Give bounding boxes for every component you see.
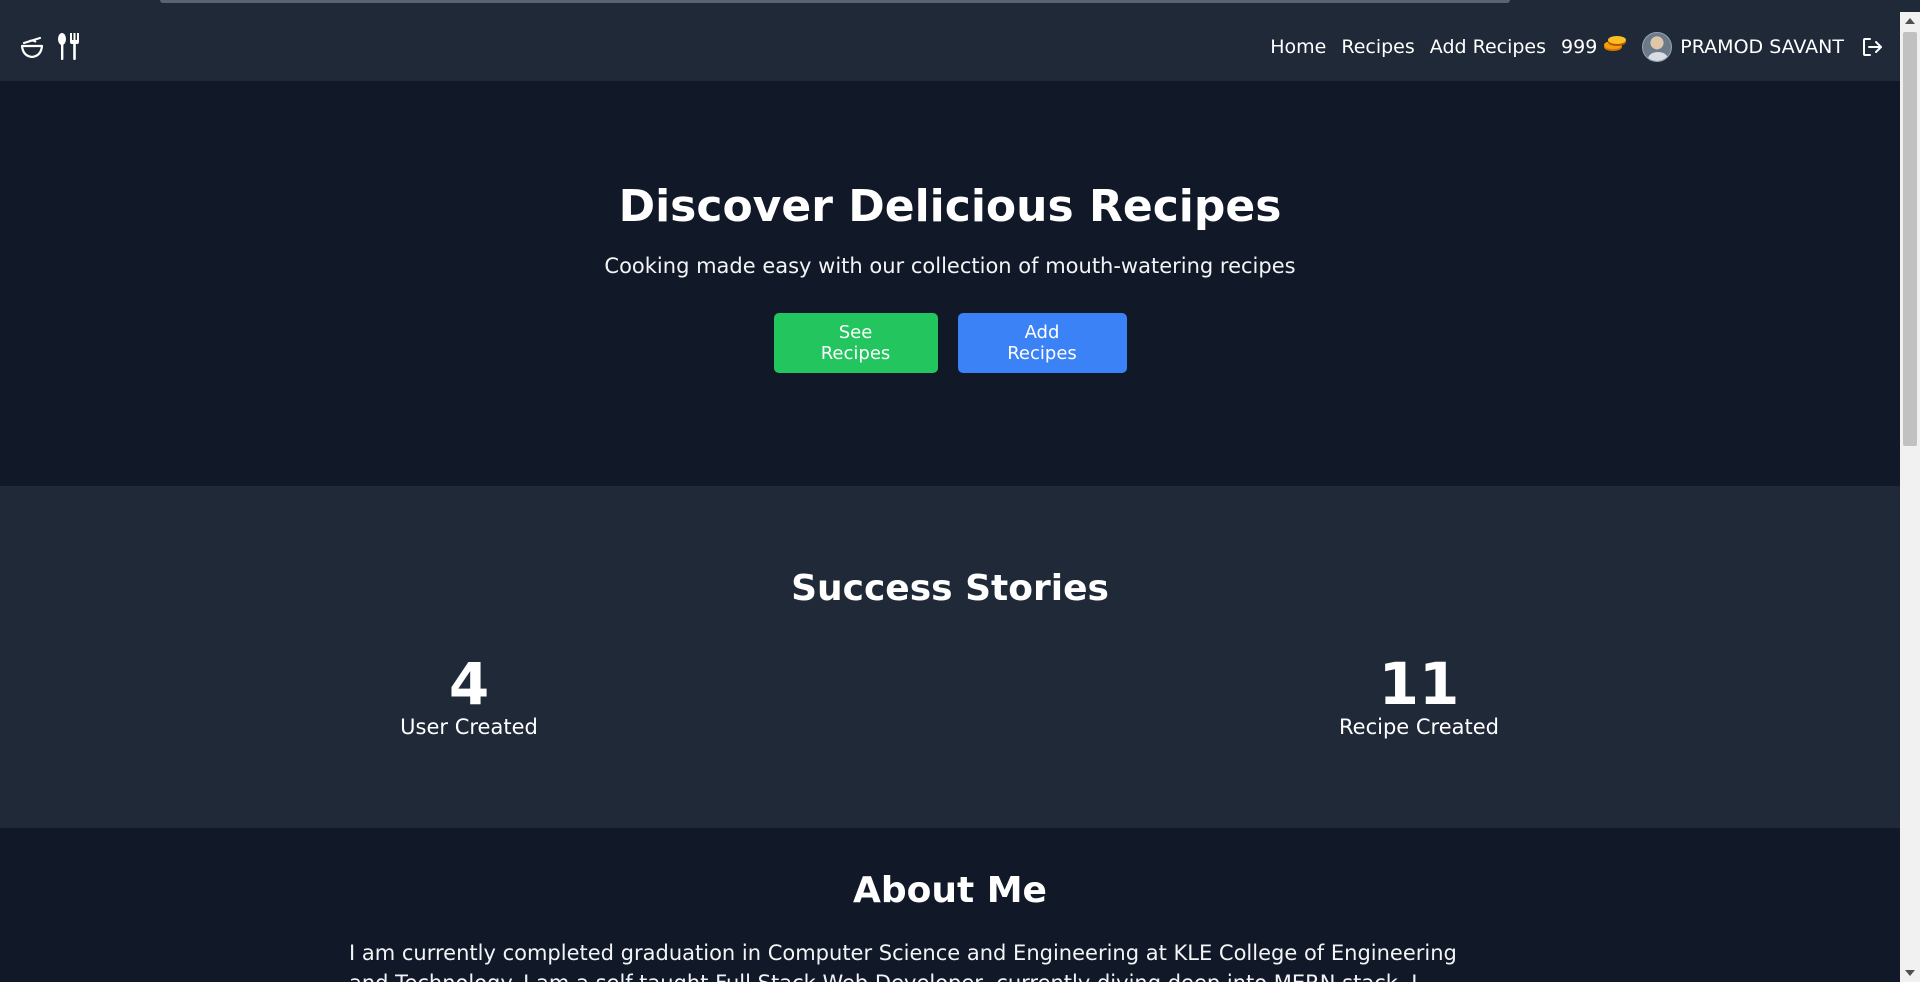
navbar: Home Recipes Add Recipes 999 PRAMOD SAVA…	[0, 12, 1900, 81]
logo[interactable]	[20, 32, 80, 62]
recipes-label: Recipe Created	[1339, 715, 1499, 739]
hero-buttons: See Recipes Add Recipes	[773, 313, 1127, 373]
avatar[interactable]	[1642, 31, 1673, 62]
nav-link-add-recipes[interactable]: Add Recipes	[1430, 36, 1546, 58]
nav-link-home[interactable]: Home	[1270, 36, 1326, 58]
browser-top-strip	[0, 0, 1920, 12]
fork-knife-icon	[56, 32, 80, 62]
success-title: Success Stories	[791, 568, 1109, 609]
page-viewport: Home Recipes Add Recipes 999 PRAMOD SAVA…	[0, 12, 1900, 982]
browser-tab-strip	[160, 0, 1510, 3]
stat-users: 4 User Created	[369, 651, 569, 739]
logout-icon[interactable]	[1862, 37, 1884, 57]
about-title: About Me	[853, 870, 1047, 911]
users-count: 4	[448, 650, 490, 718]
add-recipes-button[interactable]: Add Recipes	[957, 313, 1127, 373]
stat-recipes: 11 Recipe Created	[1319, 651, 1519, 739]
coin-balance: 999	[1561, 35, 1627, 58]
page-scrollbar[interactable]	[1900, 12, 1920, 982]
hero-section: Discover Delicious Recipes Cooking made …	[0, 81, 1900, 486]
hero-subtitle: Cooking made easy with our collection of…	[604, 254, 1296, 278]
scroll-up-arrow-icon[interactable]	[1905, 18, 1915, 24]
about-section: About Me I am currently completed gradua…	[0, 828, 1900, 982]
nav-menu: Home Recipes Add Recipes 999 PRAMOD SAVA…	[1270, 31, 1884, 62]
about-text: I am currently completed graduation in C…	[349, 941, 1457, 982]
scroll-down-arrow-icon[interactable]	[1905, 970, 1915, 976]
coin-stack-icon	[1603, 35, 1627, 58]
success-stories-section: Success Stories 4 User Created 11 Recipe…	[0, 486, 1900, 828]
see-recipes-button[interactable]: See Recipes	[773, 313, 938, 373]
bowl-icon	[20, 34, 44, 60]
scrollbar-thumb[interactable]	[1903, 32, 1917, 446]
coin-count: 999	[1561, 35, 1598, 58]
hero-title: Discover Delicious Recipes	[618, 181, 1282, 232]
username[interactable]: PRAMOD SAVANT	[1680, 36, 1844, 58]
users-label: User Created	[400, 715, 538, 739]
recipes-count: 11	[1378, 650, 1460, 718]
nav-link-recipes[interactable]: Recipes	[1341, 36, 1414, 58]
